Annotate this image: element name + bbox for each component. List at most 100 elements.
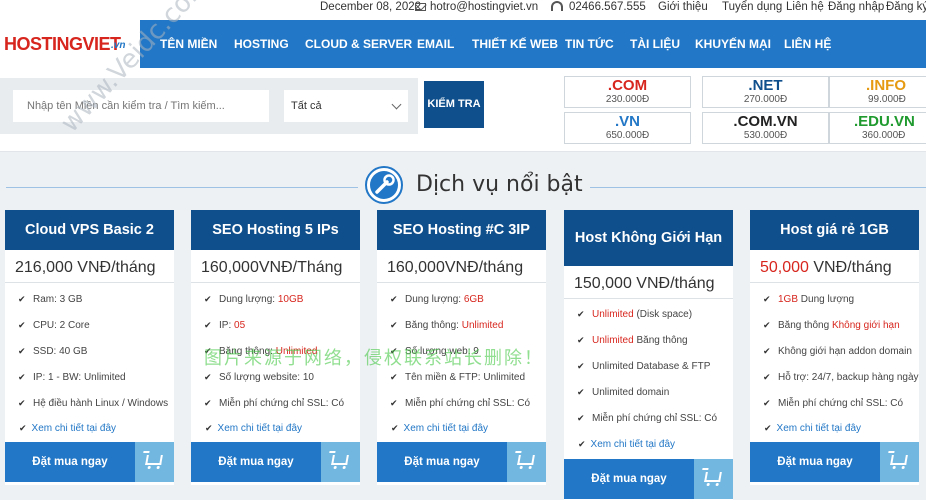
domain-search-strip: Tất cả KIỂM TRA .COM 230.000Đ .NET 270.0… xyxy=(0,68,926,152)
domain-price: 230.000Đ xyxy=(605,94,650,105)
buy-now-button[interactable]: Đặt mua ngay xyxy=(564,459,733,499)
buy-now-label: Đặt mua ngay xyxy=(564,459,694,499)
domain-ext: .COM.VN xyxy=(733,113,798,130)
domain-price-comvn[interactable]: .COM.VN 530.000Đ xyxy=(702,112,829,144)
plan-title: SEO Hosting 5 IPs xyxy=(191,210,360,250)
check-domain-button[interactable]: KIỂM TRA xyxy=(424,81,484,128)
hotline-text: 02466.567.555 xyxy=(569,1,646,13)
feature-item: Hỗ trợ: 24/7, backup hàng ngày xyxy=(763,372,919,383)
domain-price-vn[interactable]: .VN 650.000Đ xyxy=(564,112,691,144)
watermark-chinese: 图片来源于网络，侵权联系站长删除！ xyxy=(204,348,544,369)
section-divider-right xyxy=(590,187,926,188)
domain-type-select[interactable]: Tất cả xyxy=(284,90,408,122)
plan-title: SEO Hosting #C 3IP xyxy=(377,210,546,250)
plan-details-link[interactable]: Xem chi tiết tại đây xyxy=(578,439,675,450)
domain-price-info[interactable]: .INFO 99.000Đ xyxy=(829,76,926,108)
section-divider-left xyxy=(6,187,358,188)
nav-promotions[interactable]: KHUYẾN MẠI xyxy=(695,37,771,51)
domain-price: 650.000Đ xyxy=(605,130,650,141)
buy-now-button[interactable]: Đặt mua ngay xyxy=(5,442,174,482)
plan-details-link[interactable]: Xem chi tiết tại đây xyxy=(764,423,861,434)
domain-search-input[interactable] xyxy=(13,90,269,122)
nav-hosting[interactable]: HOSTING xyxy=(234,37,289,51)
domain-price: 360.000Đ xyxy=(862,130,906,141)
support-email-text: hotro@hostingviet.vn xyxy=(430,1,539,13)
feature-item: Miễn phí chứng chỉ SSL: Có xyxy=(204,398,344,409)
cart-button[interactable] xyxy=(321,442,360,482)
nav-news[interactable]: TIN TỨC xyxy=(565,37,614,51)
plan-price-unit: VNĐ/tháng xyxy=(808,259,892,276)
nav-contact[interactable]: LIÊN HỆ xyxy=(784,37,831,51)
headset-icon xyxy=(551,1,563,11)
feature-item: Băng thông Không giới hạn xyxy=(763,320,900,331)
cart-icon xyxy=(517,455,535,465)
feature-item: Miễn phí chứng chỉ SSL: Có xyxy=(390,398,530,409)
feature-item: Băng thông: Unlimited xyxy=(390,320,503,331)
feature-item: Unlimited Database & FTP xyxy=(577,361,710,372)
plan-price-amount: 50,000 xyxy=(760,259,809,276)
feature-item: IP: 1 - BW: Unlimited xyxy=(18,372,126,383)
support-email[interactable]: hotro@hostingviet.vn xyxy=(415,1,538,13)
feature-item: CPU: 2 Core xyxy=(18,320,90,331)
feature-item: SSD: 40 GB xyxy=(18,346,87,357)
feature-item: Số lượng website: 10 xyxy=(204,372,314,383)
plan-card-cloud-vps: Cloud VPS Basic 2 216,000 VNĐ/tháng Ram:… xyxy=(5,210,174,485)
domain-price-com[interactable]: .COM 230.000Đ xyxy=(564,76,691,108)
link-register[interactable]: Đăng ký xyxy=(886,1,926,13)
plan-card-cheap-host-1gb: Host giá rẻ 1GB 50,000 VNĐ/tháng 1GB Dun… xyxy=(750,210,919,485)
top-bar: December 08, 2022 hotro@hostingviet.vn 0… xyxy=(0,0,926,20)
cart-button[interactable] xyxy=(694,459,733,499)
cart-button[interactable] xyxy=(507,442,546,482)
wrench-icon xyxy=(365,166,403,204)
plan-card-unlimited-host: Host Không Giới Hạn 150,000 VNĐ/tháng Un… xyxy=(564,210,733,500)
nav-docs[interactable]: TÀI LIỆU xyxy=(630,37,680,51)
buy-now-button[interactable]: Đặt mua ngay xyxy=(191,442,360,482)
logo-text: HOSTINGVIET xyxy=(4,34,121,54)
plan-details-link[interactable]: Xem chi tiết tại đây xyxy=(19,423,116,434)
feature-item: Dung lượng: 6GB xyxy=(390,294,484,305)
nav-web-design[interactable]: THIẾT KẾ WEB xyxy=(472,37,558,51)
domain-ext: .COM xyxy=(607,77,648,94)
link-about[interactable]: Giới thiệu xyxy=(658,1,708,13)
feature-item: Unlimited (Disk space) xyxy=(577,309,692,320)
feature-item: Miễn phí chứng chỉ SSL: Có xyxy=(763,398,903,409)
feature-item: Dung lượng: 10GB xyxy=(204,294,303,305)
plan-price: 50,000 VNĐ/tháng xyxy=(750,252,919,283)
domain-price-eduvn[interactable]: .EDU.VN 360.000Đ xyxy=(829,112,926,144)
feature-item: Unlimited Băng thông xyxy=(577,335,688,346)
cart-button[interactable] xyxy=(135,442,174,482)
domain-price: 270.000Đ xyxy=(743,94,788,105)
domain-price-net[interactable]: .NET 270.000Đ xyxy=(702,76,829,108)
feature-item: Hệ điều hành Linux / Windows xyxy=(18,398,168,409)
plan-title: Cloud VPS Basic 2 xyxy=(5,210,174,250)
buy-now-button[interactable]: Đặt mua ngay xyxy=(750,442,919,482)
buy-now-label: Đặt mua ngay xyxy=(191,442,321,482)
buy-now-label: Đặt mua ngay xyxy=(377,442,507,482)
link-login[interactable]: Đăng nhập xyxy=(828,1,884,13)
plan-details-link[interactable]: Xem chi tiết tại đây xyxy=(205,423,302,434)
domain-ext: .INFO xyxy=(866,77,906,94)
domain-price: 99.000Đ xyxy=(868,94,906,105)
hotline[interactable]: 02466.567.555 xyxy=(551,1,646,13)
nav-email[interactable]: EMAIL xyxy=(417,37,454,51)
buy-now-button[interactable]: Đặt mua ngay xyxy=(377,442,546,482)
domain-ext: .NET xyxy=(748,77,783,94)
plan-title: Host giá rẻ 1GB xyxy=(750,210,919,250)
link-contact[interactable]: Liên hệ xyxy=(786,1,824,13)
feature-item: 1GB Dung lượng xyxy=(763,294,854,305)
plan-details-link[interactable]: Xem chi tiết tại đây xyxy=(391,423,488,434)
plan-price: 160,000VNĐ/Tháng xyxy=(191,252,360,283)
nav-cloud-server[interactable]: CLOUD & SERVER xyxy=(305,37,412,51)
domain-ext: .EDU.VN xyxy=(854,113,915,130)
plan-price: 216,000 VNĐ/tháng xyxy=(5,252,174,283)
cart-icon xyxy=(331,455,349,465)
feature-item: Ram: 3 GB xyxy=(18,294,82,305)
cart-icon xyxy=(704,472,722,482)
feature-item: Không giới hạn addon domain xyxy=(763,346,912,357)
cart-button[interactable] xyxy=(880,442,919,482)
link-careers[interactable]: Tuyển dụng xyxy=(722,1,782,13)
chevron-down-icon xyxy=(391,99,402,110)
buy-now-label: Đặt mua ngay xyxy=(750,442,880,482)
cart-icon xyxy=(145,455,163,465)
select-value: Tất cả xyxy=(291,100,322,112)
